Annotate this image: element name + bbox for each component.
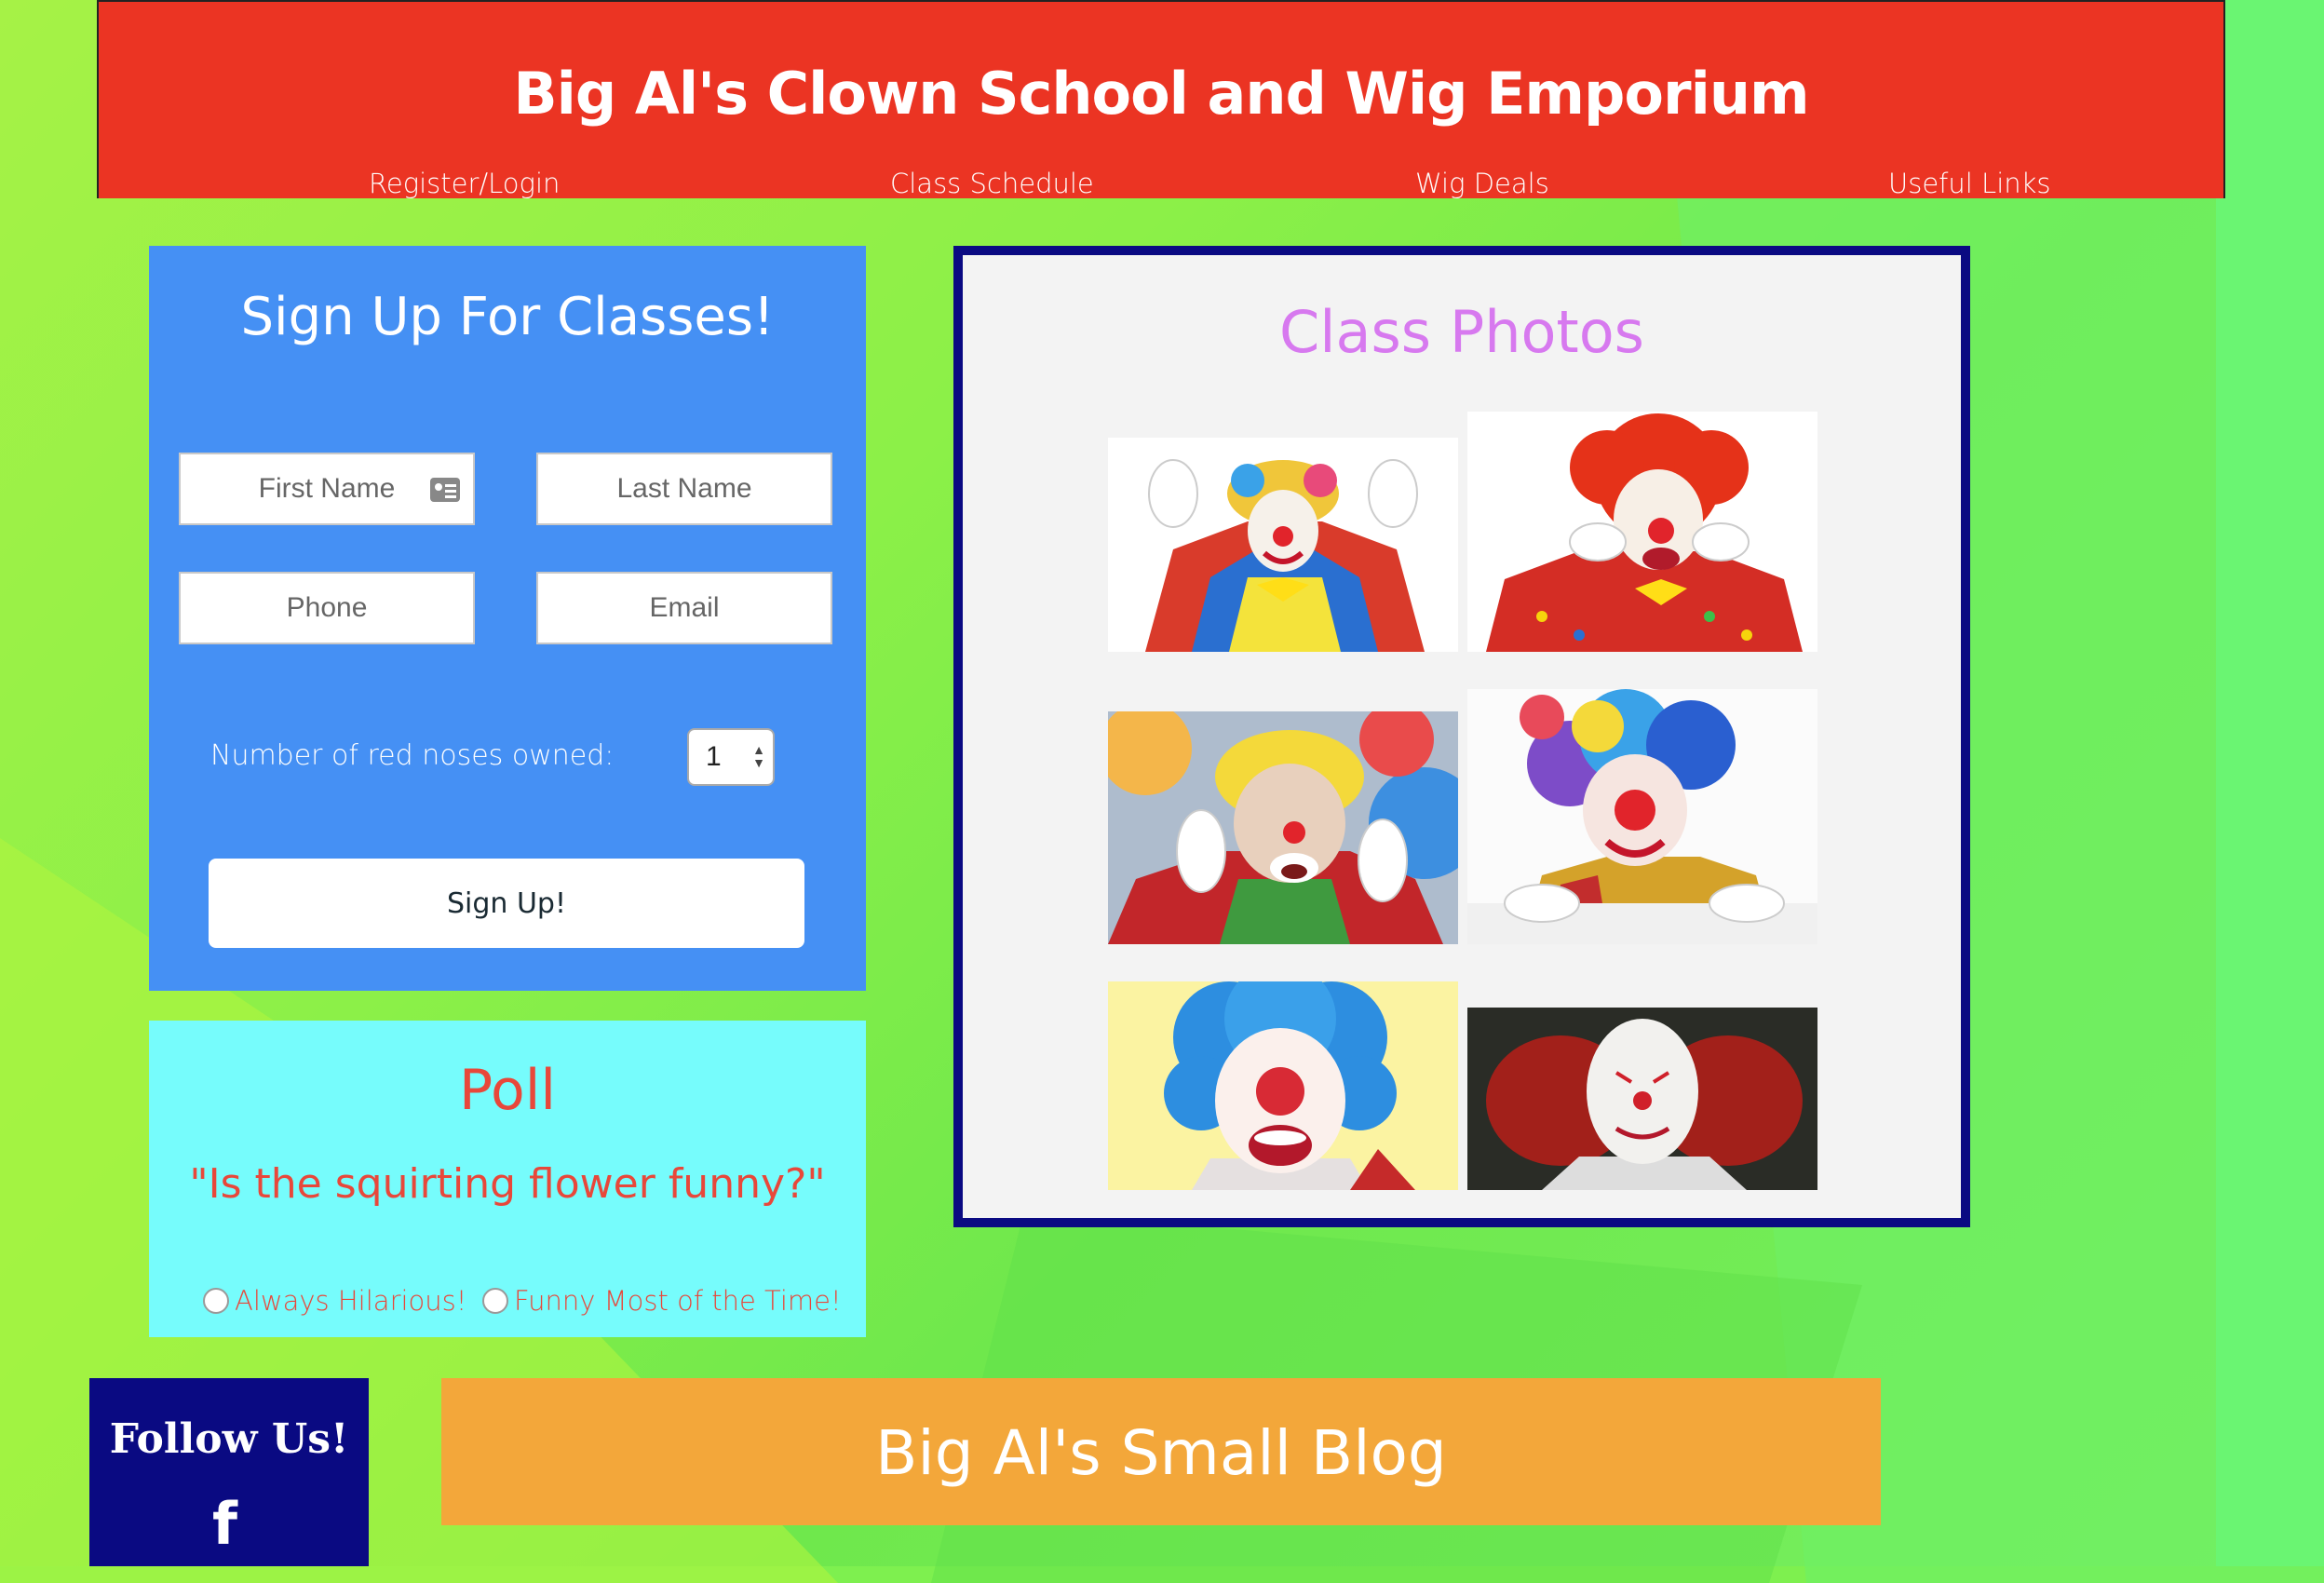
clown-photo-4: [1467, 689, 1817, 944]
clown-photo-image: [1467, 1008, 1817, 1190]
contact-card-icon[interactable]: [430, 478, 460, 502]
blog-heading: Big Al's Small Blog: [875, 1417, 1447, 1489]
clown-photo-2: [1467, 412, 1817, 652]
signup-heading: Sign Up For Classes!: [240, 287, 775, 347]
phone-field[interactable]: Phone: [179, 572, 475, 644]
nav-useful-links[interactable]: Useful Links: [1888, 168, 2051, 199]
blog-banner: Big Al's Small Blog: [441, 1378, 1881, 1525]
poll-panel: Poll "Is the squirting flower funny?" Al…: [149, 1021, 866, 1337]
first-name-placeholder: First Name: [258, 473, 396, 504]
clown-photo-image: [1108, 438, 1458, 652]
noses-value: 1: [706, 741, 722, 772]
email-field[interactable]: Email: [536, 572, 832, 644]
clown-photo-1: [1108, 438, 1458, 652]
clown-photo-image: [1467, 689, 1817, 944]
radio-button[interactable]: [482, 1288, 508, 1314]
clown-photo-image: [1467, 412, 1817, 652]
noses-label: Number of red noses owned:: [210, 739, 615, 772]
nav-class-schedule[interactable]: Class Schedule: [890, 168, 1094, 199]
nav-register-login[interactable]: Register/Login: [369, 168, 560, 199]
phone-placeholder: Phone: [286, 592, 368, 623]
noses-stepper[interactable]: 1 ▲ ▼: [687, 728, 775, 786]
photos-heading: Class Photos: [1279, 298, 1644, 366]
site-title: Big Al's Clown School and Wig Emporium: [513, 60, 1809, 128]
stepper-arrows-icon[interactable]: ▲ ▼: [752, 743, 765, 769]
background-shape: [2216, 0, 2324, 1566]
poll-option-always-hilarious[interactable]: Always Hilarious!: [203, 1285, 466, 1317]
sign-up-button[interactable]: Sign Up!: [209, 859, 804, 948]
follow-us-panel: Follow Us! f: [89, 1378, 369, 1566]
signup-panel: Sign Up For Classes! First Name Last Nam…: [149, 246, 866, 991]
poll-question: "Is the squirting flower funny?": [189, 1160, 826, 1208]
poll-heading: Poll: [458, 1058, 557, 1123]
site-header: Big Al's Clown School and Wig Emporium R…: [97, 0, 2225, 199]
poll-option-label: Always Hilarious!: [235, 1285, 467, 1317]
poll-option-label: Funny Most of the Time!: [514, 1285, 842, 1317]
class-photos-panel: Class Photos: [953, 246, 1970, 1227]
last-name-placeholder: Last Name: [616, 473, 752, 504]
clown-photo-image: [1108, 711, 1458, 944]
email-placeholder: Email: [649, 592, 720, 623]
radio-button[interactable]: [203, 1288, 229, 1314]
poll-option-funny-most[interactable]: Funny Most of the Time!: [482, 1285, 842, 1317]
clown-photo-3: [1108, 711, 1458, 944]
last-name-field[interactable]: Last Name: [536, 453, 832, 525]
follow-us-title: Follow Us!: [109, 1415, 349, 1463]
clown-photo-image: [1108, 981, 1458, 1190]
first-name-field[interactable]: First Name: [179, 453, 475, 525]
facebook-icon[interactable]: f: [212, 1495, 237, 1553]
nav-wig-deals[interactable]: Wig Deals: [1415, 168, 1549, 199]
clown-photo-6: [1467, 1008, 1817, 1190]
clown-photo-5: [1108, 981, 1458, 1190]
